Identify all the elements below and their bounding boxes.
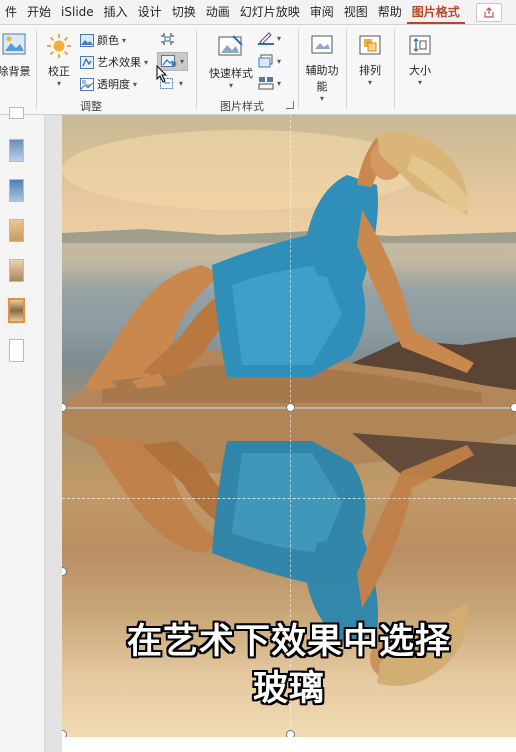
group-separator <box>394 29 395 109</box>
tab-design[interactable]: 设计 <box>133 0 167 24</box>
share-button[interactable] <box>476 3 502 22</box>
corrections-label: 校正 <box>48 65 70 78</box>
caption-line-1: 在艺术下效果中选择 <box>126 622 451 662</box>
chevron-down-icon: ▾ <box>277 56 282 66</box>
accessibility-label-2: 能 <box>316 80 328 93</box>
color-label: 颜色 <box>97 34 119 47</box>
pen-icon <box>258 32 274 45</box>
accessibility-button[interactable]: 辅助功 能 ▾ <box>302 33 342 103</box>
arrange-label: 排列 <box>359 64 381 77</box>
remove-background-label: 除背景 <box>0 65 31 78</box>
size-icon <box>409 35 431 55</box>
mouse-cursor-icon <box>156 65 168 83</box>
sun-icon <box>47 34 71 58</box>
slide-canvas: 在艺术下效果中选择 玻璃 <box>45 115 516 752</box>
alt-text-icon <box>311 35 333 54</box>
slide-thumbnail[interactable] <box>9 259 24 282</box>
slide[interactable]: 在艺术下效果中选择 玻璃 <box>62 115 516 737</box>
picture-effects-icon <box>258 54 273 68</box>
chevron-down-icon: ▾ <box>277 78 282 88</box>
color-button[interactable]: 颜色 ▾ <box>80 32 126 48</box>
tab-help[interactable]: 帮助 <box>373 0 407 24</box>
resize-handle[interactable] <box>286 403 295 412</box>
remove-background-icon <box>2 33 26 55</box>
tab-islide[interactable]: iSlide <box>56 0 99 24</box>
chevron-down-icon: ▾ <box>277 33 282 43</box>
slide-thumbnail[interactable] <box>9 339 24 362</box>
artistic-effects-button[interactable]: 艺术效果 ▾ <box>80 54 148 70</box>
resize-handle[interactable] <box>286 730 295 737</box>
arrange-button[interactable]: 排列 ▾ <box>352 33 388 87</box>
artistic-effects-icon <box>80 55 94 69</box>
slide-thumbnail[interactable] <box>9 179 24 202</box>
tab-home[interactable]: 开始 <box>22 0 56 24</box>
chevron-down-icon: ▾ <box>179 78 184 88</box>
chevron-down-icon: ▾ <box>417 78 422 87</box>
slide-thumbnail-selected[interactable] <box>8 298 25 323</box>
quick-styles-button[interactable]: 快速样式 ▾ <box>205 33 257 90</box>
tab-view[interactable]: 视图 <box>339 0 373 24</box>
chevron-down-icon: ▾ <box>367 78 372 87</box>
tab-animations[interactable]: 动画 <box>201 0 235 24</box>
slide-thumbnail[interactable] <box>9 219 24 242</box>
dialog-launcher-icon[interactable] <box>286 101 294 109</box>
share-icon <box>484 7 494 18</box>
quick-styles-icon <box>218 35 243 56</box>
transparency-icon <box>80 77 94 91</box>
chevron-down-icon: ▾ <box>180 57 185 66</box>
transparency-label: 透明度 <box>97 78 130 91</box>
picture-effects-button[interactable]: ▾ <box>258 54 281 68</box>
alignment-guide <box>62 498 516 499</box>
slide-thumbnails-pane <box>0 107 45 752</box>
tab-insert[interactable]: 插入 <box>99 0 133 24</box>
quick-styles-label: 快速样式 <box>209 67 253 80</box>
group-separator <box>346 29 347 109</box>
chevron-down-icon: ▾ <box>122 35 127 45</box>
size-label: 大小 <box>409 64 431 77</box>
tab-transitions[interactable]: 切换 <box>167 0 201 24</box>
tab-picture-format[interactable]: 图片格式 <box>406 0 465 24</box>
arrange-icon <box>359 35 381 55</box>
remove-background-button[interactable]: 除背景 <box>0 31 32 79</box>
picture-styles-group-label: 图片样式 <box>220 100 264 113</box>
resize-handle[interactable] <box>510 403 516 412</box>
chevron-down-icon: ▾ <box>319 94 324 103</box>
compress-pictures-button[interactable] <box>160 32 175 46</box>
chevron-down-icon: ▾ <box>133 79 138 89</box>
color-icon <box>80 33 94 47</box>
corrections-button[interactable]: 校正 ▾ <box>44 33 74 88</box>
group-separator <box>298 29 299 109</box>
compress-icon <box>161 33 174 45</box>
size-button[interactable]: 大小 ▾ <box>402 33 438 87</box>
tab-file[interactable]: 件 <box>0 0 22 24</box>
chevron-down-icon: ▾ <box>228 81 233 90</box>
artistic-effects-label: 艺术效果 <box>97 56 141 69</box>
ribbon: 除背景 校正 ▾ 颜色 ▾ 艺术效果 ▾ 透明度 ▾ ▾ ▾ 调整 快速样式 ▾… <box>0 25 516 115</box>
accessibility-label-1: 辅助功 <box>305 64 339 77</box>
slide-thumbnail[interactable] <box>9 139 24 162</box>
caption-line-2: 玻璃 <box>252 669 325 709</box>
menu-bar: 件 开始 iSlide 插入 设计 切换 动画 幻灯片放映 审阅 视图 帮助 图… <box>0 0 516 25</box>
slide-thumbnail[interactable] <box>9 107 24 119</box>
chevron-down-icon: ▾ <box>144 57 149 67</box>
transparency-button[interactable]: 透明度 ▾ <box>80 76 137 92</box>
group-separator <box>36 29 37 109</box>
tab-slideshow[interactable]: 幻灯片放映 <box>235 0 305 24</box>
chevron-down-icon: ▾ <box>56 79 61 88</box>
resize-handle[interactable] <box>62 730 67 737</box>
next-slide-area <box>62 737 516 752</box>
picture-layout-button[interactable]: ▾ <box>258 76 281 90</box>
picture-layout-icon <box>258 77 274 90</box>
tab-review[interactable]: 审阅 <box>305 0 339 24</box>
group-separator <box>196 29 197 109</box>
picture-border-button[interactable]: ▾ <box>258 31 281 45</box>
adjust-group-label: 调整 <box>80 100 102 113</box>
